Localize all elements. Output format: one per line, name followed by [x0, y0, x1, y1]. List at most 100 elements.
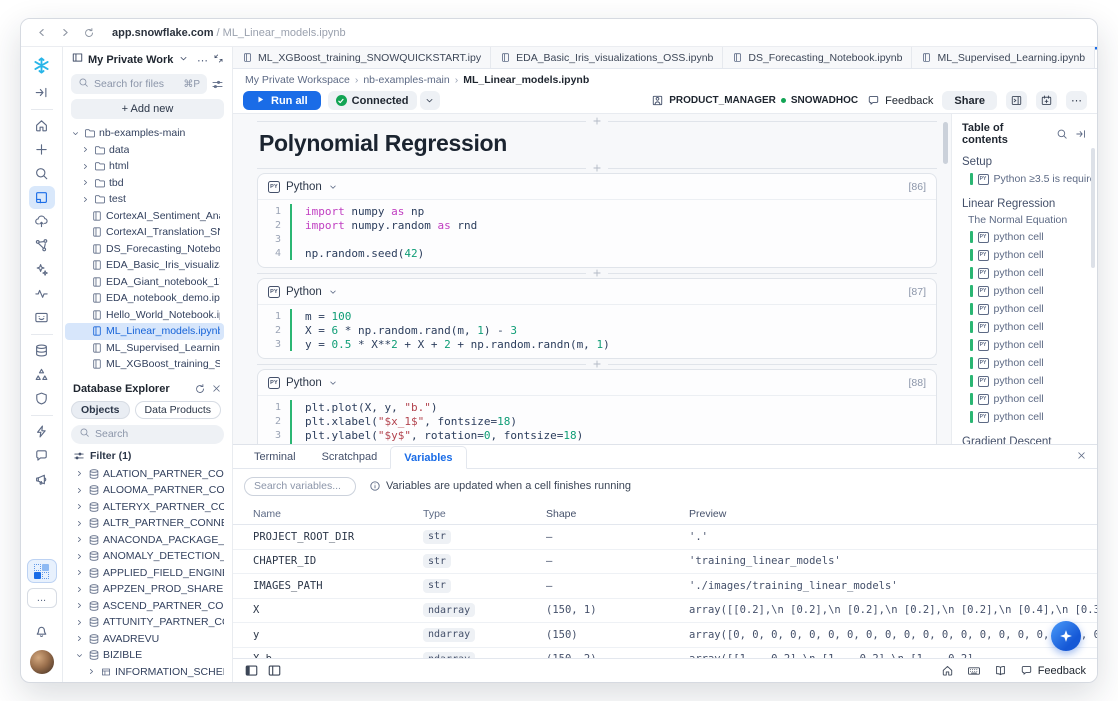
- table-row[interactable]: IMAGES_PATHstr–'./images/training_linear…: [233, 574, 1097, 599]
- toc-cell-item[interactable]: PYpython cell: [970, 300, 1093, 318]
- close-icon[interactable]: [1076, 450, 1087, 461]
- create-icon[interactable]: [29, 138, 55, 161]
- chevron-right-icon[interactable]: [75, 552, 85, 561]
- database-list-item[interactable]: ASCEND_PARTNER_CONNE...: [65, 598, 228, 615]
- apps-tile-button[interactable]: [27, 559, 57, 583]
- keyboard-shortcuts-icon[interactable]: [967, 664, 981, 678]
- variables-search-input[interactable]: Search variables...: [244, 477, 356, 496]
- close-icon[interactable]: [211, 383, 222, 394]
- folder-tree-item[interactable]: tbd: [65, 175, 224, 192]
- data-icon[interactable]: [29, 339, 55, 362]
- docs-icon[interactable]: [994, 664, 1007, 677]
- ai-ml-icon[interactable]: [29, 210, 55, 233]
- chevron-right-icon[interactable]: [87, 667, 97, 676]
- toc-cell-item[interactable]: PYpython cell: [970, 318, 1093, 336]
- file-tree-item[interactable]: ML_Linear_models.ipynb: [65, 323, 224, 340]
- toc-section-header[interactable]: Gradient Descent: [962, 436, 1093, 444]
- folder-tree-item[interactable]: nb-examples-main: [65, 125, 224, 142]
- add-new-button[interactable]: + Add new: [71, 99, 224, 119]
- cell-language-label[interactable]: Python: [286, 286, 322, 298]
- panel-tab-scratchpad[interactable]: Scratchpad: [309, 445, 391, 468]
- share-button[interactable]: Share: [942, 91, 997, 110]
- collapse-sidebar-icon[interactable]: [213, 51, 224, 69]
- rail-more-button[interactable]: ...: [27, 588, 57, 608]
- security-icon[interactable]: [29, 387, 55, 410]
- back-icon[interactable]: [35, 26, 48, 39]
- column-header-type[interactable]: Type: [423, 508, 546, 520]
- toc-cell-item[interactable]: PYpython cell: [970, 264, 1093, 282]
- chevron-right-icon[interactable]: [81, 145, 91, 154]
- ai-sparkle-icon[interactable]: [29, 258, 55, 281]
- snowflake-logo[interactable]: [29, 52, 55, 78]
- governance-icon[interactable]: [29, 363, 55, 386]
- chevron-right-icon[interactable]: [81, 195, 91, 204]
- notebook-tab[interactable]: ML_Supervised_Learning.ipynb: [912, 47, 1095, 68]
- connection-chevron[interactable]: [420, 91, 440, 110]
- file-filter-icon[interactable]: [211, 78, 224, 91]
- chevron-down-icon[interactable]: [328, 378, 338, 388]
- code-line[interactable]: m = 100: [292, 310, 351, 323]
- notebook-tab[interactable]: DS_Forecasting_Notebook.ipynb: [723, 47, 912, 68]
- database-list-item[interactable]: ANOMALY_DETECTION_APP: [65, 548, 228, 565]
- column-header-name[interactable]: Name: [253, 508, 423, 520]
- notebook-scrollbar[interactable]: [943, 122, 948, 164]
- add-cell-icon[interactable]: [592, 116, 602, 126]
- optimize-icon[interactable]: [29, 420, 55, 443]
- toc-scrollbar[interactable]: [1091, 148, 1095, 268]
- toc-section-header[interactable]: Setup: [962, 156, 1093, 168]
- file-tree-item[interactable]: CortexAI_Translation_SNO...: [65, 224, 224, 241]
- code-line[interactable]: np.random.seed(42): [292, 247, 424, 260]
- feedback-button[interactable]: Feedback: [1020, 664, 1086, 677]
- toggle-right-panel-icon[interactable]: [267, 663, 282, 678]
- add-cell-icon[interactable]: [592, 359, 602, 369]
- database-list-item[interactable]: ALTR_PARTNER_CONNECT: [65, 515, 228, 532]
- toc-subsection-header[interactable]: The Normal Equation: [968, 214, 1093, 226]
- database-list-item[interactable]: APPLIED_FIELD_ENGINEERI...: [65, 565, 228, 582]
- chevron-down-icon[interactable]: [75, 651, 85, 660]
- database-list-item[interactable]: AVADREVU: [65, 631, 228, 648]
- toc-cell-item[interactable]: PYpython cell: [970, 336, 1093, 354]
- toc-cell-item[interactable]: PYpython cell: [970, 282, 1093, 300]
- folder-tree-item[interactable]: html: [65, 158, 224, 175]
- panel-tab-terminal[interactable]: Terminal: [241, 445, 309, 468]
- cell-language-label[interactable]: Python: [286, 377, 322, 389]
- home-icon[interactable]: [941, 664, 954, 677]
- whats-new-icon[interactable]: [29, 468, 55, 491]
- run-all-button[interactable]: Run all: [243, 91, 321, 110]
- database-list-item[interactable]: ATTUNITY_PARTNER_CON...: [65, 614, 228, 631]
- chevron-down-icon[interactable]: [71, 129, 81, 138]
- column-header-shape[interactable]: Shape: [546, 508, 689, 520]
- panel-tab-variables[interactable]: Variables: [390, 446, 466, 469]
- database-list-item[interactable]: ALTERYX_PARTNER_CONN...: [65, 499, 228, 516]
- chevron-down-icon[interactable]: [328, 182, 338, 192]
- chevron-right-icon[interactable]: [75, 469, 85, 478]
- forward-icon[interactable]: [59, 26, 72, 39]
- folder-tree-item[interactable]: test: [65, 191, 224, 208]
- code-line[interactable]: import numpy as np: [292, 205, 424, 218]
- collapse-panel-icon[interactable]: [1075, 128, 1087, 140]
- file-tree-item[interactable]: CortexAI_Sentiment_Anal...: [65, 208, 224, 225]
- database-filter[interactable]: Filter (1): [63, 446, 232, 464]
- add-cell-icon[interactable]: [592, 268, 602, 278]
- table-row[interactable]: yndarray(150)array([0, 0, 0, 0, 0, 0, 0,…: [233, 623, 1097, 648]
- toc-cell-item[interactable]: PYPython ≥3.5 is required: [970, 170, 1093, 188]
- file-tree-item[interactable]: EDA_Basic_Iris_visualizatio...: [65, 257, 224, 274]
- file-tree-item[interactable]: EDA_notebook_demo.ipynb: [65, 290, 224, 307]
- chevron-right-icon[interactable]: [75, 601, 85, 610]
- code-line[interactable]: y = 0.5 * X**2 + X + 2 + np.random.randn…: [292, 338, 610, 351]
- activity-icon[interactable]: [29, 282, 55, 305]
- database-list-item[interactable]: ALATION_PARTNER_CONN...: [65, 466, 228, 483]
- projects-icon[interactable]: [29, 186, 55, 209]
- schema-list-item[interactable]: INFORMATION_SCHEMA: [65, 664, 228, 681]
- table-row[interactable]: Xndarray(150, 1)array([[0.2],\n [0.2],\n…: [233, 599, 1097, 624]
- code-line[interactable]: X = 6 * np.random.rand(m, 1) - 3: [292, 324, 517, 337]
- chevron-right-icon[interactable]: [75, 634, 85, 643]
- toc-section-header[interactable]: Linear Regression: [962, 198, 1093, 210]
- toc-cell-item[interactable]: PYpython cell: [970, 408, 1093, 426]
- open-panel-button[interactable]: [1006, 91, 1027, 110]
- database-list-item[interactable]: ANACONDA_PACKAGE_SH...: [65, 532, 228, 549]
- file-tree-item[interactable]: ML_XGBoost_training_SN...: [65, 356, 224, 373]
- toc-cell-item[interactable]: PYpython cell: [970, 228, 1093, 246]
- file-tree-item[interactable]: Hello_World_Notebook.ipy...: [65, 307, 224, 324]
- chevron-right-icon[interactable]: [75, 486, 85, 495]
